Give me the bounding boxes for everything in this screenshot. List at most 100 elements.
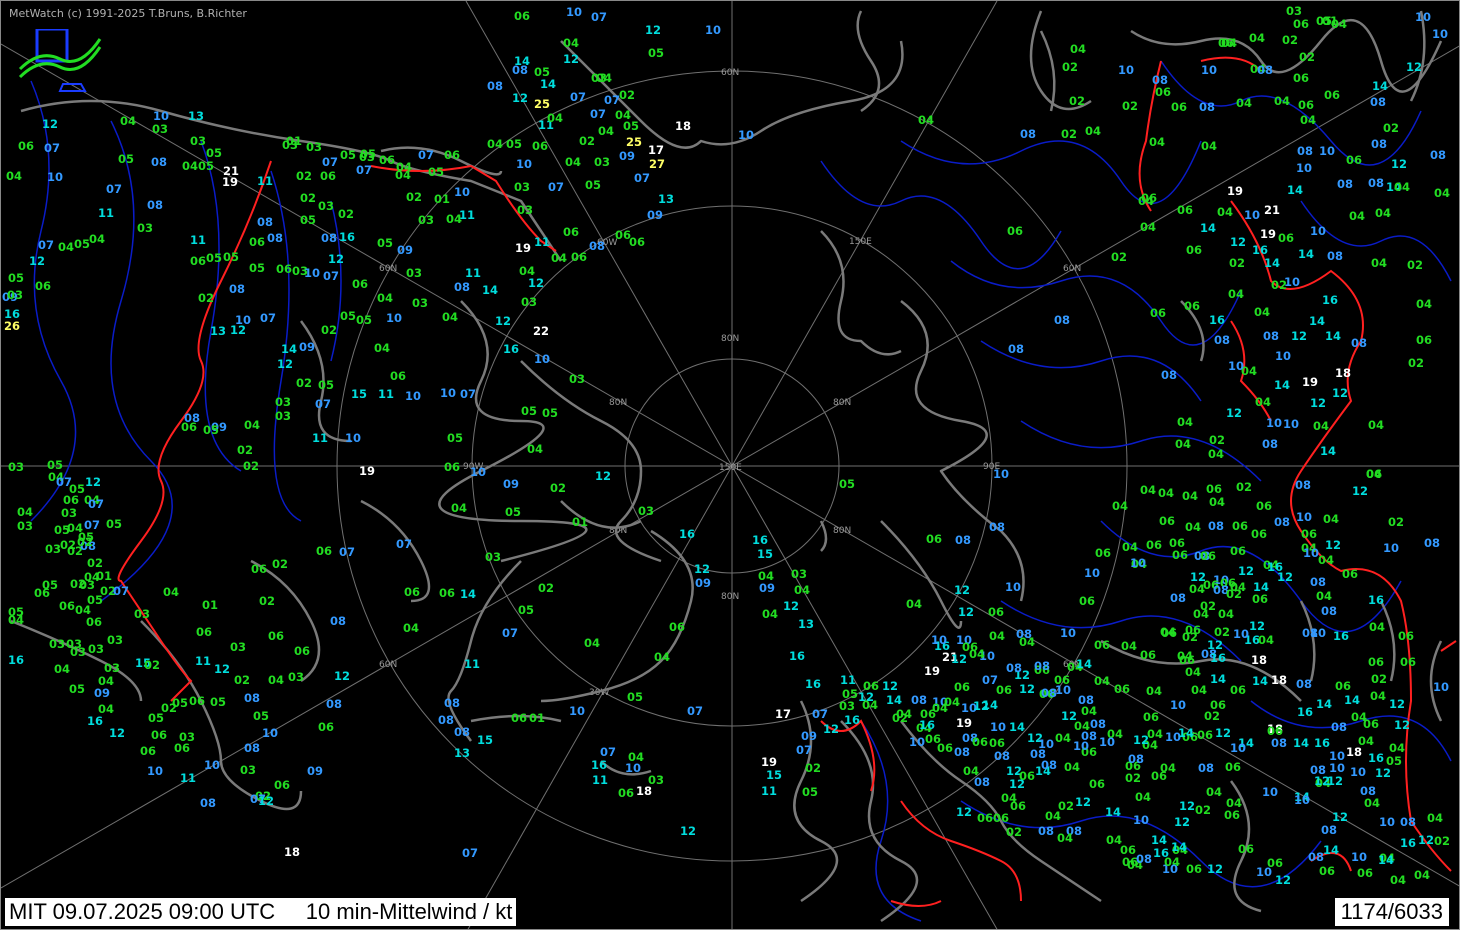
wind-value: 04 [89, 232, 106, 246]
wind-value: 04 [1182, 489, 1199, 503]
wind-value: 08 [1297, 144, 1314, 158]
wind-value: 12 [1325, 538, 1342, 552]
wind-value: 06 [511, 711, 528, 725]
wind-value: 11 [180, 771, 197, 785]
wind-value: 03 [137, 221, 154, 235]
wind-value: 05 [377, 236, 394, 250]
wind-value: 01 [286, 134, 303, 148]
wind-value: 25 [534, 97, 551, 111]
wind-value: 02 [1182, 630, 1199, 644]
wind-value: 01 [202, 598, 219, 612]
wind-value: 04 [1070, 42, 1087, 56]
wind-value: 12 [1207, 638, 1224, 652]
wind-value: 05 [518, 603, 535, 617]
wind-value: 08 [1296, 677, 1313, 691]
wind-value: 10 [1233, 627, 1250, 641]
wind-value: 07 [356, 163, 373, 177]
wind-value: 06 [977, 811, 994, 825]
wind-value: 04 [1427, 811, 1444, 825]
wind-value: 10 [204, 758, 221, 772]
wind-value: 06 [1159, 514, 1176, 528]
timestamp-bar: MIT 09.07.2025 09:00 UTC 10 min-Mittelwi… [5, 898, 517, 926]
metwatch-logo-icon [15, 29, 105, 99]
wind-value: 04 [1316, 589, 1333, 603]
wind-value: 07 [323, 269, 340, 283]
wind-value: 08 [1161, 368, 1178, 382]
wind-value: 06 [1150, 306, 1167, 320]
wind-value: 10 [1310, 224, 1327, 238]
wind-value: 16 [1368, 593, 1385, 607]
polar-wind-map[interactable]: 60N 80N 80N 80N 80N 80N 80N 60N 60N 60N … [0, 0, 1460, 930]
grid-label-60n-top: 60N [721, 68, 739, 78]
wind-value: 06 [140, 744, 157, 758]
wind-value: 02 [550, 481, 567, 495]
wind-value: 10 [1283, 417, 1300, 431]
wind-value: 10 [1262, 785, 1279, 799]
wind-value: 06 [1416, 333, 1433, 347]
wind-value: 04 [1164, 855, 1181, 869]
wind-value: 05 [356, 313, 373, 327]
wind-value: 08 [1295, 478, 1312, 492]
wind-value: 09 [307, 764, 324, 778]
wind-value: 12 [214, 662, 231, 676]
wind-value: 10 [1433, 680, 1450, 694]
wind-value: 03 [49, 637, 66, 651]
wind-value: 02 [1282, 33, 1299, 47]
wind-value: 08 [438, 713, 455, 727]
timestamp-label: MIT 09.07.2025 09:00 UTC [9, 899, 276, 924]
wind-value: 02 [243, 459, 260, 473]
wind-value: 03 [275, 409, 292, 423]
borders [117, 56, 1457, 907]
wind-value: 10 [625, 761, 642, 775]
wind-value: 04 [1147, 727, 1164, 741]
wind-value: 10 [1351, 850, 1368, 864]
wind-value: 04 [1349, 209, 1366, 223]
wind-value: 04 [1057, 831, 1074, 845]
wind-value: 08 [267, 231, 284, 245]
wind-value: 04 [395, 168, 412, 182]
wind-value: 16 [339, 230, 356, 244]
wind-value: 02 [77, 535, 94, 549]
wind-value: 03 [517, 203, 534, 217]
wind-value: 04 [1064, 760, 1081, 774]
wind-value: 12 [956, 805, 973, 819]
wind-value: 08 [1400, 815, 1417, 829]
wind-value: 10 [470, 465, 487, 479]
wind-value: 04 [932, 701, 949, 715]
wind-value: 04 [6, 169, 23, 183]
wind-value: 08 [147, 198, 164, 212]
wind-value: 04 [1140, 220, 1157, 234]
wind-value: 11 [195, 654, 212, 668]
wind-value: 08 [1274, 515, 1291, 529]
wind-value: 14 [1076, 657, 1093, 671]
wind-value: 14 [1316, 697, 1333, 711]
wind-value: 19 [359, 464, 376, 478]
wind-value: 05 [340, 148, 357, 162]
wind-value: 09 [647, 208, 664, 222]
wind-value: 16 [844, 713, 861, 727]
wind-value: 08 [184, 411, 201, 425]
wind-value: 08 [1034, 659, 1051, 673]
wind-value: 06 [1094, 638, 1111, 652]
wind-value: 10 [1294, 793, 1311, 807]
wind-value: 06 [390, 369, 407, 383]
wind-value: 12 [1249, 619, 1266, 633]
parameter-label: 10 min-Mittelwind / kt [305, 899, 513, 924]
wind-value: 12 [1375, 766, 1392, 780]
wind-value: 10 [153, 109, 170, 123]
wind-value: 02 [1204, 709, 1221, 723]
wind-value: 06 [1256, 499, 1273, 513]
wind-value: 12 [958, 605, 975, 619]
wind-value: 05 [428, 165, 445, 179]
wind-value: 10 [1383, 541, 1400, 555]
wind-value: 05 [106, 517, 123, 531]
wind-value: 14 [540, 77, 557, 91]
wind-value: 02 [234, 673, 251, 687]
wind-value: 08 [1006, 661, 1023, 675]
wind-value: 05 [203, 423, 220, 437]
wind-value: 06 [937, 741, 954, 755]
wind-value: 18 [675, 119, 692, 133]
wind-value: 11 [464, 657, 481, 671]
wind-value: 03 [104, 661, 121, 675]
wind-value: 10 [1303, 546, 1320, 560]
